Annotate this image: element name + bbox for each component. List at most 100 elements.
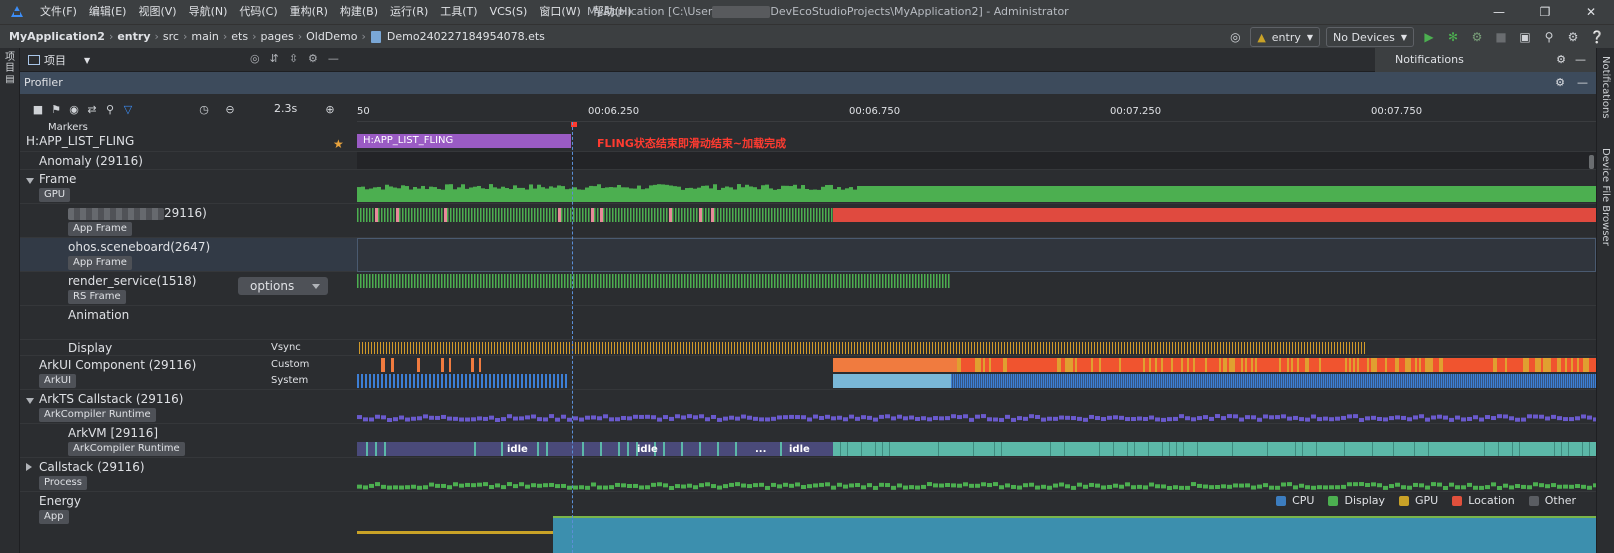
flag-icon[interactable]: ⚑: [48, 101, 64, 117]
app-frame-mark: [456, 208, 458, 222]
hide-icon[interactable]: —: [1575, 48, 1586, 72]
folder-icon[interactable]: ▤: [3, 74, 17, 85]
gpu-bar: [381, 189, 385, 202]
timer-icon[interactable]: ◷: [196, 101, 212, 117]
profile-icon[interactable]: ⚙: [1468, 28, 1486, 46]
menu-file[interactable]: 文件(F): [34, 0, 83, 24]
system-mark: [521, 374, 523, 388]
gpu-bar: [657, 184, 661, 202]
target-icon[interactable]: ◎: [1226, 28, 1244, 46]
animation-row[interactable]: Animation: [20, 306, 357, 340]
snapshot-icon[interactable]: ◉: [66, 101, 82, 117]
locate-icon[interactable]: ◎: [250, 52, 260, 65]
custom-mark: [1591, 358, 1593, 372]
rs-frame-mark: [870, 274, 872, 288]
module-select[interactable]: ▲ entry ▼: [1250, 27, 1321, 47]
crumb-file[interactable]: Demo240227184954078.ets: [384, 30, 548, 43]
zoom-in-icon[interactable]: ⊕: [322, 101, 338, 117]
menu-view[interactable]: 视图(V): [132, 0, 182, 24]
collapse-all-icon[interactable]: ⇳: [289, 52, 298, 65]
crumb-module[interactable]: entry: [114, 30, 153, 43]
crumb-ets[interactable]: ets: [228, 30, 251, 43]
gear-icon[interactable]: ⚙: [1556, 48, 1566, 72]
crumb-project[interactable]: MyApplication2: [6, 30, 108, 43]
callstack-mark: [687, 483, 692, 488]
menu-build[interactable]: 构建(B): [334, 0, 384, 24]
menu-refactor[interactable]: 重构(R): [284, 0, 334, 24]
frame-row[interactable]: Frame GPU: [20, 170, 357, 204]
arkts-mark: [1539, 414, 1544, 419]
anomaly-row[interactable]: Anomaly (29116): [20, 152, 357, 170]
menu-edit[interactable]: 编辑(E): [83, 0, 133, 24]
debug-icon[interactable]: ✻: [1444, 28, 1462, 46]
hide-icon[interactable]: —: [328, 52, 339, 65]
minimize-button[interactable]: —: [1476, 0, 1522, 24]
expand-triangle-icon[interactable]: [26, 178, 34, 184]
gpu-bar: [965, 186, 969, 202]
custom-mark: [997, 358, 999, 372]
filter-icon[interactable]: ▽: [120, 101, 136, 117]
system-mark: [1531, 374, 1533, 388]
help-icon[interactable]: ❔: [1588, 28, 1606, 46]
sceneboard-row[interactable]: ohos.sceneboard(2647) App Frame: [20, 238, 357, 272]
system-mark: [1049, 374, 1051, 388]
project-stripe-button[interactable]: 项目: [3, 52, 17, 74]
display-row[interactable]: Display Vsync: [20, 340, 357, 356]
arkvm-row[interactable]: ArkVM [29116] ArkCompiler Runtime: [20, 424, 357, 458]
energy-row[interactable]: Energy App: [20, 492, 357, 553]
project-tab[interactable]: 项目 ▼: [28, 52, 90, 68]
crumb-olddemo[interactable]: OldDemo: [303, 30, 360, 43]
run-icon[interactable]: ▶: [1420, 28, 1438, 46]
zoom-out-icon[interactable]: ⊖: [222, 101, 238, 117]
device-manager-icon[interactable]: ▣: [1516, 28, 1534, 46]
custom-mark: [1501, 358, 1503, 372]
settings-icon[interactable]: ⚙: [1564, 28, 1582, 46]
expand-all-icon[interactable]: ⇵: [270, 52, 279, 65]
callstack-row[interactable]: Callstack (29116) Process: [20, 458, 357, 492]
notifications-stripe-button[interactable]: Notifications: [1600, 56, 1611, 119]
custom-mark: [1343, 358, 1345, 372]
menu-code[interactable]: 代码(C): [233, 0, 283, 24]
menu-run[interactable]: 运行(R): [384, 0, 434, 24]
menu-vcs[interactable]: VCS(S): [484, 0, 534, 24]
crumb-main[interactable]: main: [188, 30, 221, 43]
expand-triangle-icon[interactable]: [26, 398, 34, 404]
arkvm-mark: [1428, 442, 1429, 456]
collapse-triangle-icon[interactable]: [26, 463, 32, 471]
gear-icon[interactable]: ⚙: [1555, 72, 1565, 94]
menu-tools[interactable]: 工具(T): [434, 0, 483, 24]
options-dropdown[interactable]: options: [238, 277, 328, 295]
hide-icon[interactable]: —: [1577, 72, 1588, 94]
track-area[interactable]: H:APP_LIST_FLING FLING状态结束即滑动结束~加载完成 idl…: [357, 122, 1596, 553]
device-file-browser-stripe-button[interactable]: Device File Browser: [1600, 148, 1611, 246]
app-frame-row[interactable]: 29116) App Frame: [20, 204, 357, 238]
device-select[interactable]: No Devices ▼: [1326, 27, 1414, 47]
compare-icon[interactable]: ⇄: [84, 101, 100, 117]
star-icon[interactable]: ★: [333, 137, 344, 151]
system-mark: [473, 374, 475, 388]
close-button[interactable]: ✕: [1568, 0, 1614, 24]
markers-row[interactable]: Markers H:APP_LIST_FLING ★: [20, 122, 357, 152]
timeline-ruler[interactable]: 50 00:06.250 00:06.750 00:07.250 00:07.7…: [357, 96, 1596, 122]
menu-window[interactable]: 窗口(W): [533, 0, 586, 24]
restore-button[interactable]: ❐: [1522, 0, 1568, 24]
time-cursor[interactable]: [572, 122, 573, 553]
system-mark: [1429, 374, 1431, 388]
system-mark: [1559, 374, 1561, 388]
arkts-row[interactable]: ArkTS Callstack (29116) ArkCompiler Runt…: [20, 390, 357, 424]
crumb-pages[interactable]: pages: [257, 30, 296, 43]
callstack-mark: [1047, 485, 1052, 490]
gpu-bar: [573, 187, 577, 202]
crumb-src[interactable]: src: [160, 30, 182, 43]
arkts-mark: [1221, 416, 1226, 421]
app-frame-mark: [444, 208, 447, 222]
menu-navigate[interactable]: 导航(N): [183, 0, 234, 24]
search-icon[interactable]: ⚲: [102, 101, 118, 117]
stop-icon[interactable]: ■: [1492, 28, 1510, 46]
arkts-mark: [669, 416, 674, 421]
arkui-row[interactable]: ArkUI Component (29116) ArkUI Custom Sys…: [20, 356, 357, 390]
search-icon[interactable]: ⚲: [1540, 28, 1558, 46]
callstack-mark: [1167, 485, 1172, 490]
gear-icon[interactable]: ⚙: [308, 52, 318, 65]
stop-record-icon[interactable]: ■: [30, 101, 46, 117]
